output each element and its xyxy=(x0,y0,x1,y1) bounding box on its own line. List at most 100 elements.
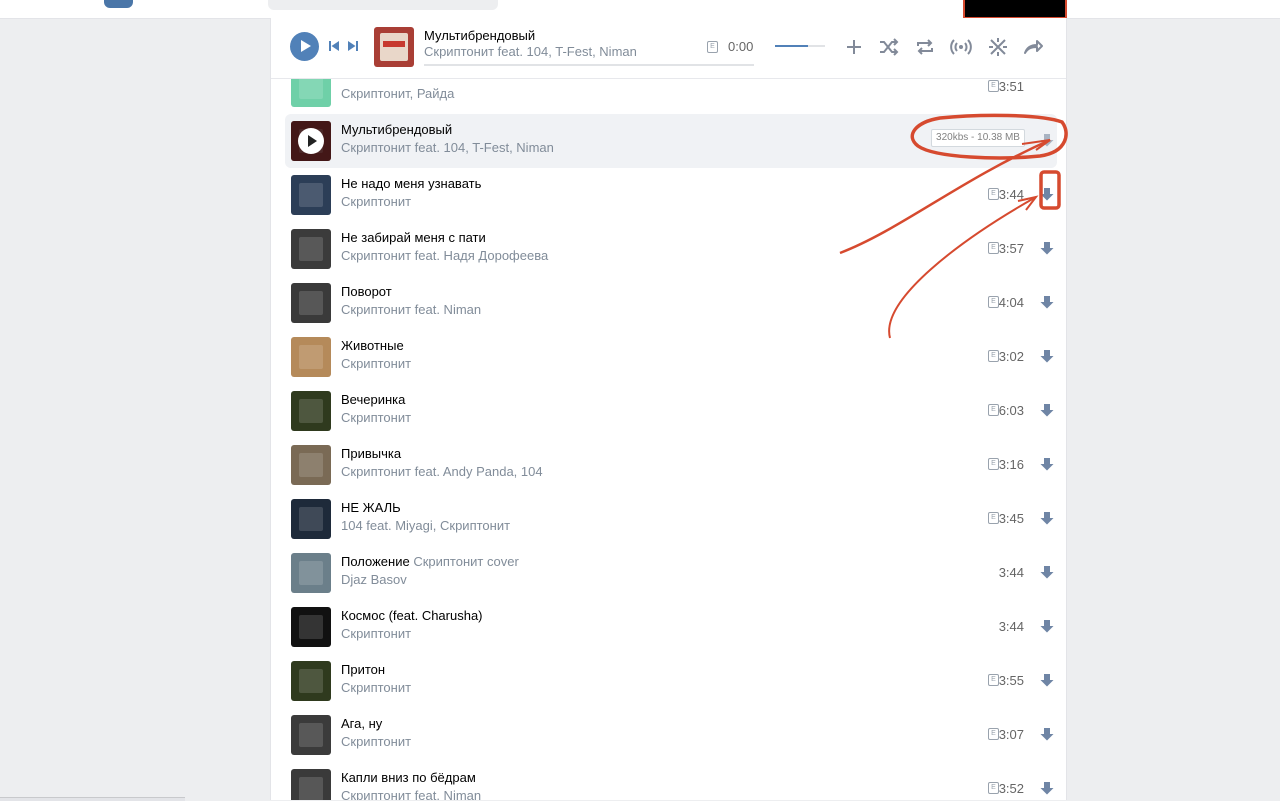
track-title: НЕ ЖАЛЬ xyxy=(341,500,401,515)
track-title: Привычка xyxy=(341,446,401,461)
download-icon[interactable] xyxy=(1040,673,1054,687)
track-row[interactable]: Космос (feat. Charusha) Скриптонит 3:44 xyxy=(285,600,1057,654)
track-row[interactable]: Поворот Скриптонит feat. Niman E 4:04 xyxy=(285,276,1057,330)
track-duration: 3:02 xyxy=(998,349,1024,364)
track-title: Поворот xyxy=(341,284,392,299)
similar-icon[interactable] xyxy=(986,35,1010,59)
download-icon[interactable] xyxy=(1040,781,1054,795)
track-duration: 3:44 xyxy=(998,187,1024,202)
track-artist[interactable]: 104 feat. Miyagi, Скриптонит xyxy=(341,518,510,533)
explicit-badge: E xyxy=(988,728,999,740)
track-title: Не забирай меня с пати xyxy=(341,230,486,245)
track-artist[interactable]: Скриптонит xyxy=(341,680,411,695)
track-artist[interactable]: Скриптонит xyxy=(341,734,411,749)
track-artist[interactable]: Скриптонит feat. Niman xyxy=(341,302,481,317)
explicit-badge: E xyxy=(988,674,999,686)
track-title: Мультибрендовый xyxy=(341,122,452,137)
track-duration: 3:57 xyxy=(998,241,1024,256)
shuffle-icon[interactable] xyxy=(877,35,901,59)
track-title-text: Не забирай меня с пати xyxy=(341,230,486,245)
track-cover[interactable] xyxy=(291,499,331,539)
redacted-area xyxy=(963,0,1067,19)
track-row[interactable]: Капли вниз по бёдрам Скриптонит feat. Nim… xyxy=(285,762,1057,800)
add-icon[interactable] xyxy=(842,35,866,59)
track-artist[interactable]: Скриптонит feat. Andy Panda, 104 xyxy=(341,464,543,479)
track-title: Положение Скриптонит cover xyxy=(341,554,519,569)
track-cover[interactable] xyxy=(291,607,331,647)
search-input[interactable] xyxy=(268,0,498,10)
track-duration: 3:45 xyxy=(998,511,1024,526)
download-icon[interactable] xyxy=(1040,727,1054,741)
track-cover[interactable] xyxy=(291,769,331,800)
sidebar-edge xyxy=(0,797,185,801)
track-title: Притон xyxy=(341,662,385,677)
track-row[interactable]: Привычка Скриптонит feat. Andy Panda, 104… xyxy=(285,438,1057,492)
track-cover[interactable] xyxy=(291,391,331,431)
explicit-badge: E xyxy=(988,242,999,254)
track-row[interactable]: Вечеринка Скриптонит E 6:03 xyxy=(285,384,1057,438)
track-duration: 3:55 xyxy=(998,673,1024,688)
volume-slider[interactable] xyxy=(775,45,825,47)
track-row[interactable]: НЕ ЖАЛЬ 104 feat. Miyagi, Скриптонит E 3:45 xyxy=(285,492,1057,546)
play-button[interactable] xyxy=(290,32,319,61)
track-row[interactable]: Притон Скриптонит E 3:55 xyxy=(285,654,1057,708)
track-artist[interactable]: Скриптонит xyxy=(341,626,411,641)
track-cover[interactable] xyxy=(291,445,331,485)
now-playing-artist[interactable]: Скриптонит feat. 104, T-Fest, Niman xyxy=(424,44,637,59)
track-cover[interactable] xyxy=(291,661,331,701)
track-cover[interactable] xyxy=(291,715,331,755)
track-title-text: Мультибрендовый xyxy=(341,122,453,137)
track-artist[interactable]: Скриптонит feat. 104, T-Fest, Niman xyxy=(341,140,554,155)
track-artist[interactable]: Скриптонит feat. Надя Дорофеева xyxy=(341,248,548,263)
track-title-text: Вечеринка xyxy=(341,392,406,407)
track-play-icon[interactable] xyxy=(291,121,331,161)
download-icon[interactable] xyxy=(1040,241,1054,255)
download-icon[interactable] xyxy=(1040,511,1054,525)
download-icon[interactable] xyxy=(1040,187,1054,201)
prev-track-icon[interactable] xyxy=(329,40,339,52)
download-icon[interactable] xyxy=(1040,457,1054,471)
next-track-icon[interactable] xyxy=(348,40,358,52)
repeat-icon[interactable] xyxy=(913,35,937,59)
track-artist[interactable]: Djaz Basov xyxy=(341,572,407,587)
track-row[interactable]: Животные Скриптонит E 3:02 xyxy=(285,330,1057,384)
download-icon[interactable] xyxy=(1040,349,1054,363)
track-row[interactable]: Не надо меня узнавать Скриптонит E 3:44 xyxy=(285,168,1057,222)
track-row[interactable]: Положение Скриптонит cover Djaz Basov 3:44 xyxy=(285,546,1057,600)
download-icon[interactable] xyxy=(1040,133,1054,147)
track-cover[interactable] xyxy=(291,283,331,323)
track-title: Космос (feat. Charusha) xyxy=(341,608,483,623)
track-title: Вечеринка xyxy=(341,392,405,407)
track-artist[interactable]: Скриптонит feat. Niman xyxy=(341,788,481,800)
download-icon[interactable] xyxy=(1040,565,1054,579)
download-icon[interactable] xyxy=(1040,295,1054,309)
broadcast-icon[interactable] xyxy=(949,35,973,59)
track-artist[interactable]: Скриптонит, Райда xyxy=(341,86,454,101)
track-cover[interactable] xyxy=(291,175,331,215)
track-title-text: Капли вниз по бёдрам xyxy=(341,770,476,785)
track-duration: 3:07 xyxy=(998,727,1024,742)
track-artist[interactable]: Скриптонит xyxy=(341,356,411,371)
download-icon[interactable] xyxy=(1040,619,1054,633)
track-duration: 3:44 xyxy=(998,565,1024,580)
track-cover[interactable] xyxy=(291,337,331,377)
track-row[interactable]: Мультибрендовый Скриптонит feat. 104, T-F… xyxy=(285,114,1057,168)
share-icon[interactable] xyxy=(1021,35,1045,59)
track-cover[interactable] xyxy=(291,553,331,593)
current-time: 0:00 xyxy=(728,39,754,54)
volume-level xyxy=(775,45,808,47)
track-row[interactable]: Ага, ну Скриптонит E 3:07 xyxy=(285,708,1057,762)
track-cover[interactable] xyxy=(291,229,331,269)
progress-bar[interactable] xyxy=(424,64,754,66)
explicit-badge: E xyxy=(988,296,999,308)
track-title-text: Притон xyxy=(341,662,386,677)
track-title-suffix: Скриптонит cover xyxy=(413,554,519,569)
track-artist[interactable]: Скриптонит xyxy=(341,194,411,209)
download-icon[interactable] xyxy=(1040,403,1054,417)
track-row[interactable]: Не забирай меня с пати Скриптонит feat. Н… xyxy=(285,222,1057,276)
track-artist[interactable]: Скриптонит xyxy=(341,410,411,425)
track-duration: 4:04 xyxy=(998,295,1024,310)
track-title-text: Космос (feat. Charusha) xyxy=(341,608,483,623)
vk-logo[interactable] xyxy=(104,0,133,8)
explicit-badge: E xyxy=(988,404,999,416)
